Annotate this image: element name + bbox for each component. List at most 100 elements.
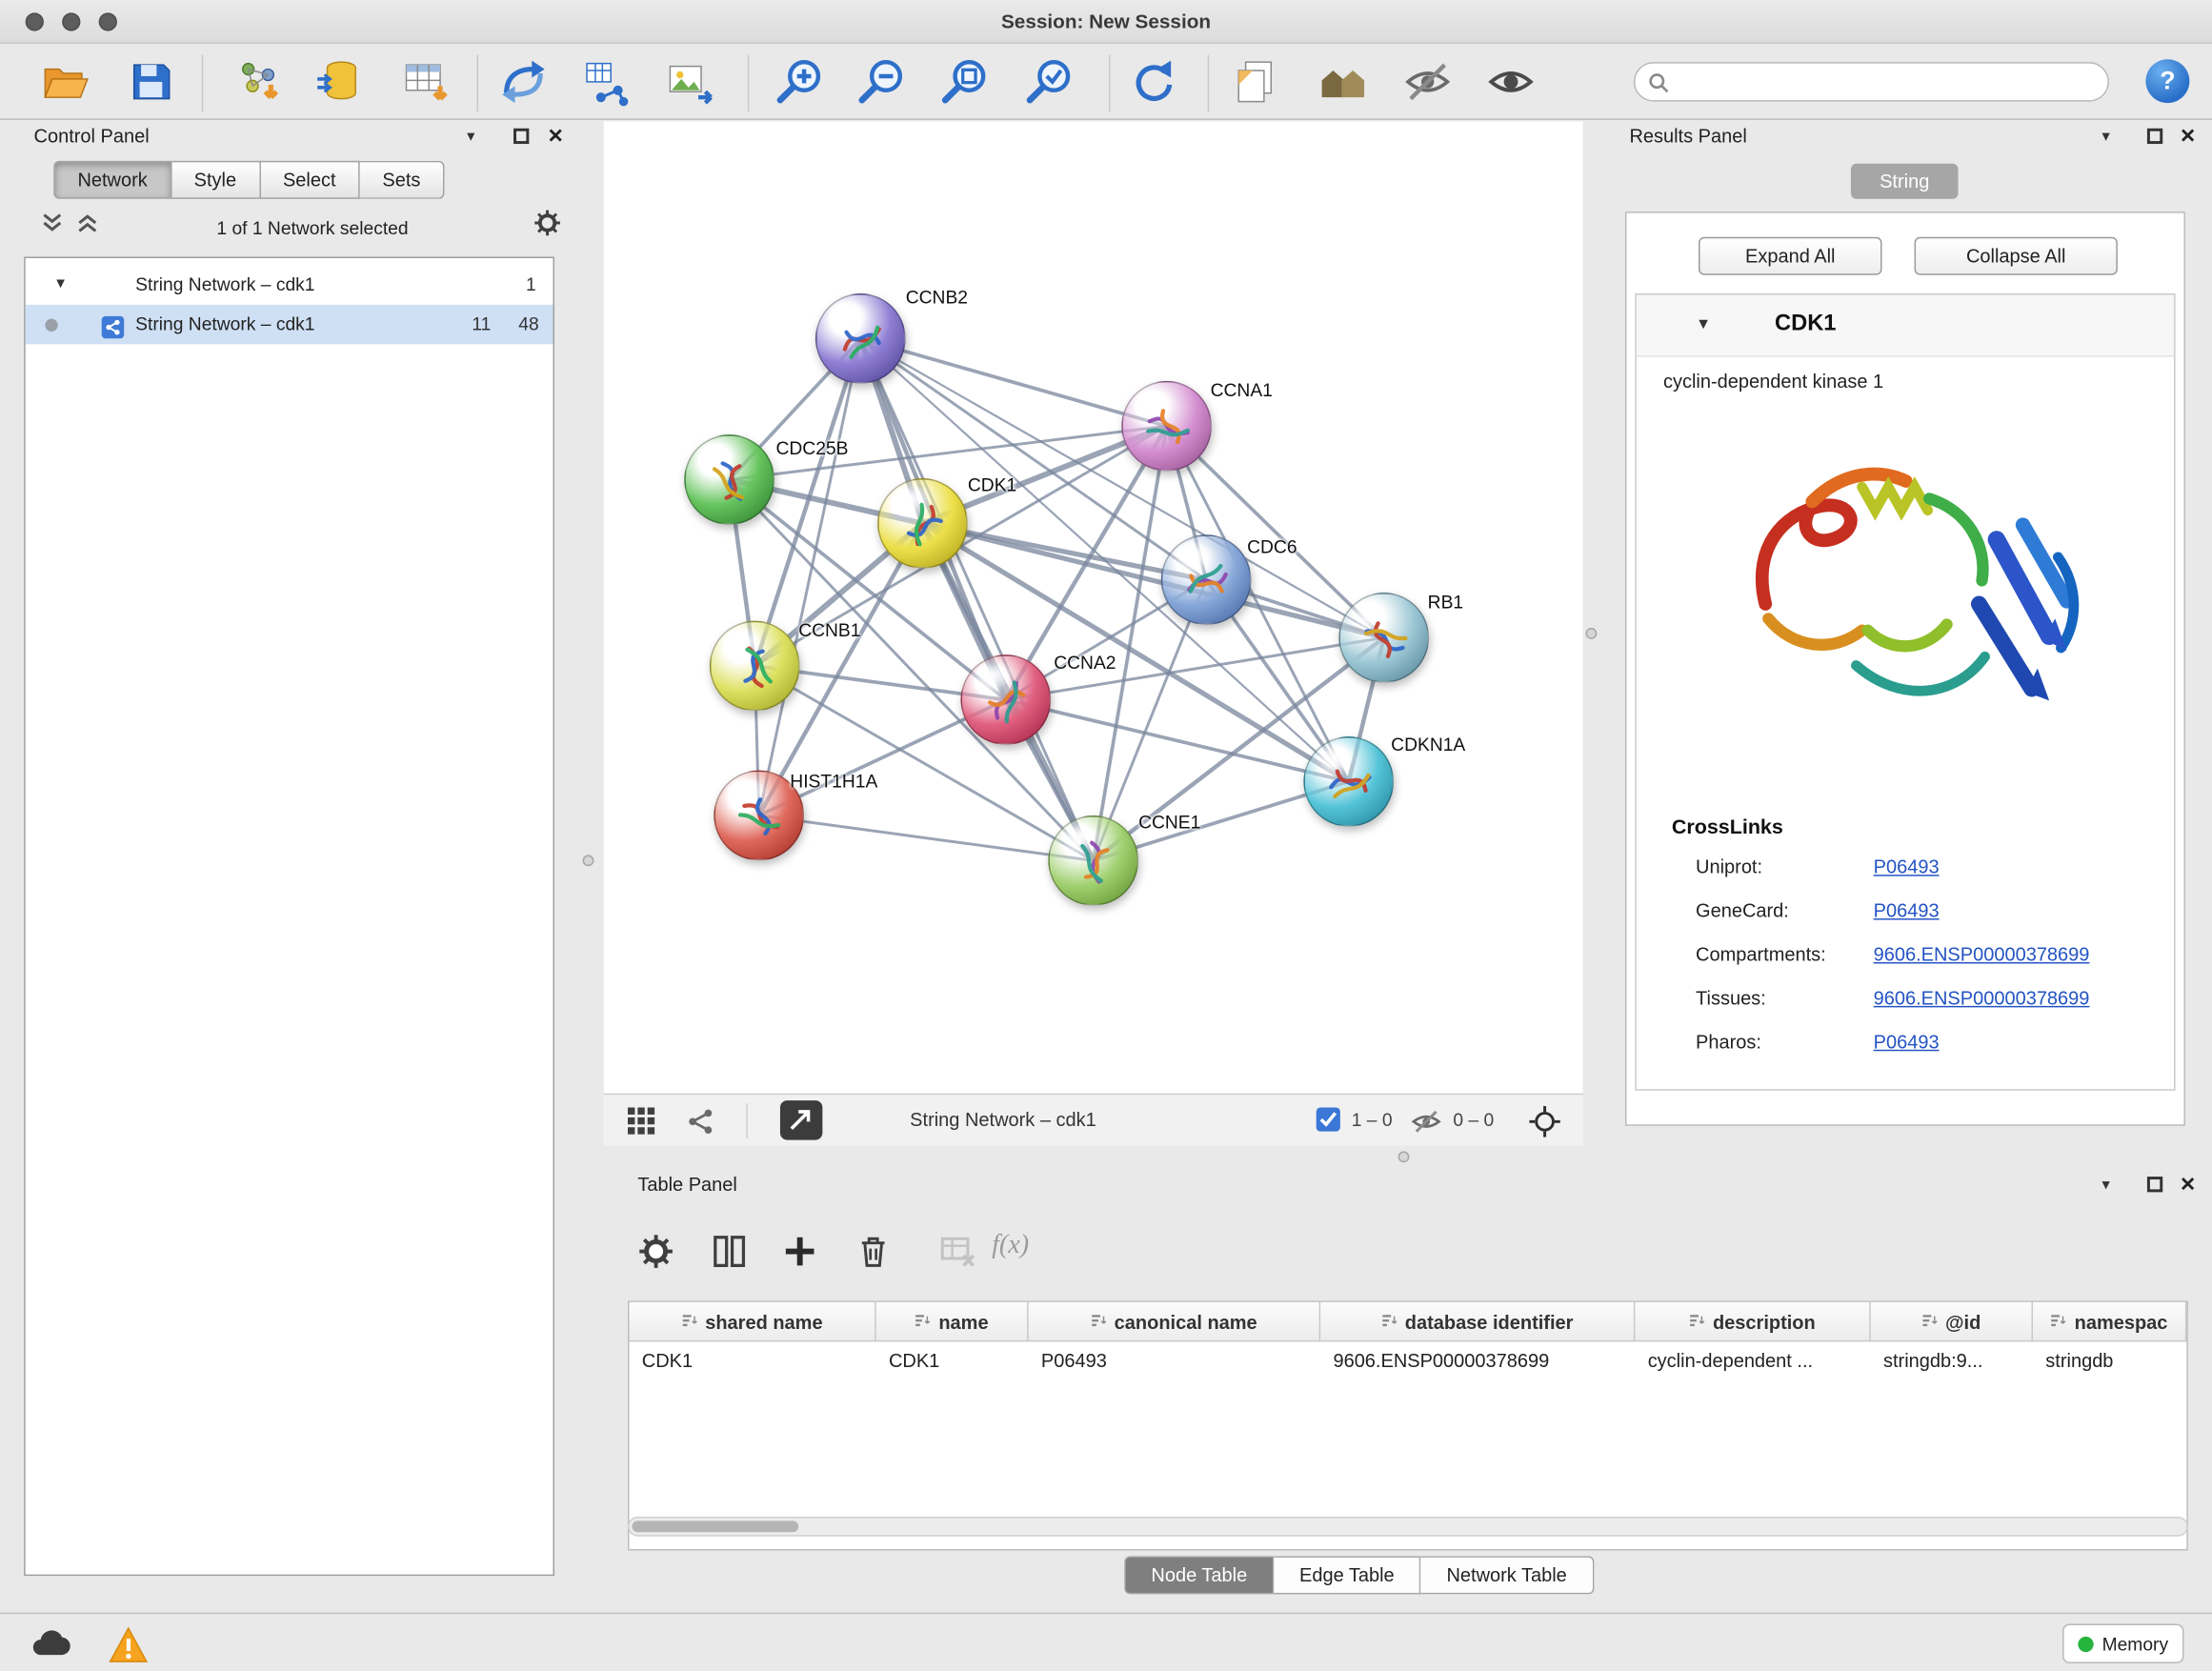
memory-button[interactable]: Memory [2062, 1624, 2183, 1663]
network-node-cdc25b[interactable] [684, 434, 774, 525]
edge-CCNB2-CCNA1[interactable] [860, 338, 1166, 426]
float-panel-icon[interactable] [513, 129, 529, 144]
crosslink-link[interactable]: P06493 [1874, 856, 1940, 877]
search-input[interactable] [1678, 65, 2101, 99]
import-table-file-button[interactable] [399, 56, 450, 107]
network-node-cdc6[interactable] [1161, 534, 1252, 625]
network-selection-status: 1 of 1 Network selected [111, 217, 513, 238]
column-header[interactable]: description [1635, 1302, 1870, 1341]
tab-string[interactable]: String [1851, 164, 1959, 199]
close-panel-icon[interactable]: ✕ [2180, 124, 2196, 148]
gene-section-header[interactable]: ▼ CDK1 [1637, 295, 2174, 357]
collapse-all-button[interactable]: Collapse All [1915, 237, 2118, 275]
hidden-eye-icon[interactable] [1411, 1109, 1442, 1140]
scrollbar-thumb[interactable] [632, 1520, 798, 1532]
network-node-cdk1[interactable] [877, 478, 968, 569]
hide-selected-button[interactable] [1402, 56, 1453, 107]
cloud-icon[interactable] [29, 1625, 70, 1662]
table-row[interactable]: CDK1CDK1P064939606.ENSP00000378699cyclin… [629, 1341, 2186, 1380]
selected-checkbox[interactable] [1317, 1108, 1340, 1132]
network-node-rb1[interactable] [1338, 593, 1429, 683]
add-column-icon[interactable] [781, 1233, 818, 1270]
table-cell: cyclin-dependent ... [1635, 1341, 1870, 1380]
zoom-in-button[interactable] [774, 56, 825, 107]
network-canvas[interactable]: CCNB2CCNA1CDC25BCDK1CDC6RB1CCNB1CCNA2CDK… [604, 121, 1583, 1093]
tab-edge-table[interactable]: Edge Table [1274, 1556, 1420, 1594]
crosslink-link[interactable]: P06493 [1874, 1032, 1940, 1053]
network-from-table-button[interactable] [581, 56, 632, 107]
collapse-all-networks-icon[interactable] [41, 211, 64, 234]
collapse-panel-icon[interactable]: ▾ [467, 127, 474, 145]
expand-all-button[interactable]: Expand All [1699, 237, 1882, 275]
collapse-panel-icon[interactable]: ▾ [2102, 1176, 2110, 1194]
edge-HIST1H1A-CCNE1[interactable] [759, 815, 1094, 860]
delete-column-icon[interactable] [855, 1233, 892, 1270]
export-image-button[interactable] [665, 56, 715, 107]
section-expand-icon[interactable]: ▼ [1696, 316, 1711, 333]
clone-network-button[interactable] [1232, 56, 1282, 107]
tab-node-table[interactable]: Node Table [1124, 1556, 1274, 1594]
float-panel-icon[interactable] [2147, 1177, 2162, 1192]
network-share-icon[interactable] [686, 1106, 717, 1137]
network-edge-count: 48 [518, 305, 538, 344]
collapse-panel-icon[interactable]: ▾ [2102, 127, 2110, 145]
detach-view-button[interactable] [780, 1100, 822, 1139]
column-header[interactable]: @id [1871, 1302, 2033, 1341]
network-row-selected[interactable]: String Network – cdk1 11 48 [26, 305, 553, 344]
vertical-splitter-handle[interactable] [583, 855, 594, 866]
warning-icon[interactable] [108, 1625, 150, 1662]
tab-network[interactable]: Network [53, 161, 171, 199]
horizontal-scrollbar[interactable] [628, 1517, 2188, 1537]
network-node-ccnb2[interactable] [815, 293, 906, 384]
refresh-view-button[interactable] [1129, 56, 1179, 107]
network-node-ccne1[interactable] [1048, 815, 1138, 906]
close-panel-icon[interactable]: ✕ [2180, 1173, 2196, 1197]
column-header[interactable]: database identifier [1320, 1302, 1635, 1341]
open-file-button[interactable] [39, 56, 90, 107]
show-graphics-details-button[interactable] [1317, 56, 1368, 107]
edge-CCNB2-CCNE1[interactable] [860, 338, 1093, 860]
expand-all-networks-icon[interactable] [76, 211, 99, 234]
tab-select[interactable]: Select [260, 161, 359, 199]
network-collection-row[interactable]: ▼ String Network – cdk1 1 [26, 265, 553, 304]
import-network-file-button[interactable] [232, 56, 283, 107]
horizontal-splitter-handle[interactable] [1398, 1151, 1410, 1162]
close-panel-icon[interactable]: ✕ [548, 124, 564, 148]
edge-CCNA2-CDKN1A[interactable] [1006, 700, 1349, 782]
column-header[interactable]: shared name [629, 1302, 875, 1341]
column-header[interactable]: name [876, 1302, 1029, 1341]
column-header[interactable]: canonical name [1029, 1302, 1321, 1341]
zoom-out-button[interactable] [856, 56, 907, 107]
edge-CCNB2-CCNB1[interactable] [754, 338, 860, 666]
zoom-fit-button[interactable] [939, 56, 990, 107]
crosslink-link[interactable]: P06493 [1874, 900, 1940, 921]
network-options-gear-icon[interactable] [533, 209, 562, 237]
show-all-button[interactable] [1485, 56, 1536, 107]
column-header[interactable]: namespac [2033, 1302, 2186, 1341]
network-node-ccna1[interactable] [1121, 381, 1212, 472]
zoom-selected-button[interactable] [1024, 56, 1075, 107]
float-panel-icon[interactable] [2147, 129, 2162, 144]
network-node-cdkn1a[interactable] [1303, 736, 1394, 827]
birdseye-crosshair-icon[interactable] [1529, 1106, 1560, 1137]
help-button[interactable]: ? [2145, 59, 2189, 103]
network-node-ccna2[interactable] [960, 654, 1051, 745]
save-session-button[interactable] [126, 56, 176, 107]
tab-network-table[interactable]: Network Table [1421, 1556, 1594, 1594]
collection-expand-icon[interactable]: ▼ [53, 265, 68, 304]
crosslink-link[interactable]: 9606.ENSP00000378699 [1874, 944, 2090, 965]
sort-icon [915, 1311, 932, 1332]
vertical-splitter-handle[interactable] [1586, 628, 1598, 639]
show-columns-icon[interactable] [711, 1233, 748, 1270]
network-node-ccnb1[interactable] [710, 621, 800, 712]
table-options-gear-icon[interactable] [637, 1233, 674, 1270]
import-network-database-button[interactable] [313, 56, 364, 107]
node-label-ccna2: CCNA2 [1054, 652, 1116, 673]
tab-sets[interactable]: Sets [360, 161, 445, 199]
edge-CCNB2-HIST1H1A[interactable] [759, 338, 861, 815]
crosslink-link[interactable]: 9606.ENSP00000378699 [1874, 988, 2090, 1009]
edge-CDK1-RB1[interactable] [923, 523, 1384, 637]
tab-style[interactable]: Style [171, 161, 260, 199]
grid-view-icon[interactable] [627, 1106, 658, 1137]
new-network-button[interactable] [498, 56, 549, 107]
